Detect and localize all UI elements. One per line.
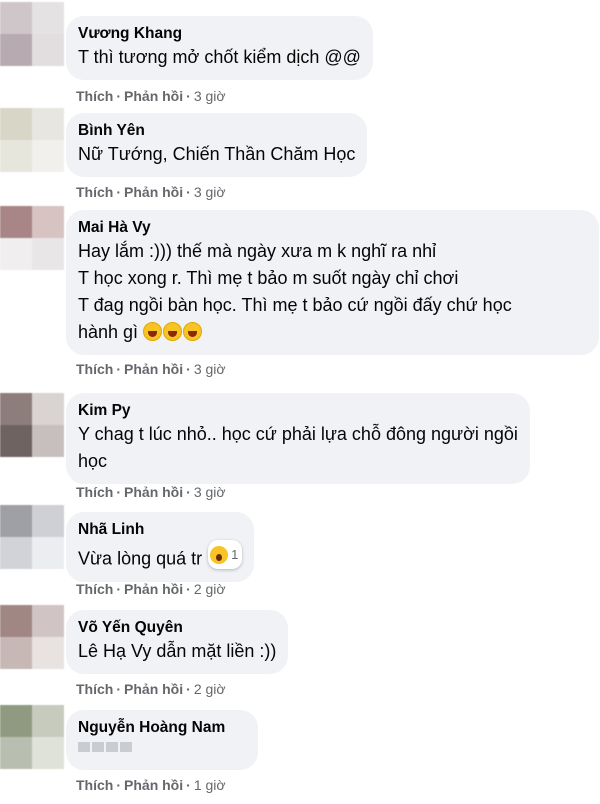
like-button[interactable]: Thích xyxy=(76,777,113,793)
comment-actions: Thích · Phản hồi · 3 giờ xyxy=(76,87,226,105)
reaction-summary[interactable]: 1 xyxy=(208,540,243,569)
comment-actions: Thích · Phản hồi · 3 giờ xyxy=(76,360,226,378)
comment-author[interactable]: Nguyễn Hoàng Nam xyxy=(78,718,246,738)
comment-timestamp[interactable]: 3 giờ xyxy=(194,361,226,377)
separator: · xyxy=(186,484,191,500)
comment-bubble: Nguyễn Hoàng Nam xyxy=(66,710,258,770)
like-button[interactable]: Thích xyxy=(76,581,113,597)
comment-text: Hay lắm :))) thế mà ngày xưa m k nghĩ ra… xyxy=(78,238,587,346)
comment-text: Y chag t lúc nhỏ.. học cứ phải lựa chỗ đ… xyxy=(78,424,518,471)
separator: · xyxy=(116,88,122,104)
comment-timestamp[interactable]: 3 giờ xyxy=(194,484,226,500)
separator: · xyxy=(116,581,122,597)
comment-timestamp[interactable]: 1 giờ xyxy=(194,777,226,793)
comment-bubble: Võ Yến Quyên Lê Hạ Vy dẫn mặt liền :)) xyxy=(66,610,289,674)
comment-bubble: Nhã Linh Vừa lòng quá tr 1 xyxy=(66,512,255,582)
separator: · xyxy=(116,777,122,793)
comment-actions: Thích · Phản hồi · 3 giờ xyxy=(76,183,226,201)
avatar[interactable] xyxy=(0,2,64,66)
comment-timestamp[interactable]: 2 giờ xyxy=(194,681,226,697)
rolling-on-floor-laughing-icon xyxy=(183,322,203,341)
comment-author[interactable]: Bình Yên xyxy=(78,121,355,141)
comment-text: Nữ Tướng, Chiến Thần Chăm Học xyxy=(78,144,356,164)
comment-bubble: Kim Py Y chag t lúc nhỏ.. học cứ phải lự… xyxy=(66,393,530,484)
avatar[interactable] xyxy=(0,705,64,769)
reply-button[interactable]: Phản hồi xyxy=(124,777,183,793)
emoji-group xyxy=(143,322,203,342)
comment-author[interactable]: Nhã Linh xyxy=(78,520,242,540)
like-button[interactable]: Thích xyxy=(76,88,113,104)
comment-timestamp[interactable]: 3 giờ xyxy=(194,184,226,200)
redacted-comment-text xyxy=(78,742,132,752)
wow-reaction-icon xyxy=(210,545,229,564)
comment-actions: Thích · Phản hồi · 2 giờ xyxy=(76,580,226,598)
like-button[interactable]: Thích xyxy=(76,681,113,697)
comment-author[interactable]: Võ Yến Quyên xyxy=(78,618,276,638)
separator: · xyxy=(186,361,191,377)
reply-button[interactable]: Phản hồi xyxy=(124,184,183,200)
separator: · xyxy=(116,484,122,500)
like-button[interactable]: Thích xyxy=(76,361,113,377)
like-button[interactable]: Thích xyxy=(76,484,113,500)
comment-text: T thì tương mở chốt kiểm dịch @@ xyxy=(78,47,361,67)
reaction-count: 1 xyxy=(231,547,239,562)
comment-timestamp[interactable]: 3 giờ xyxy=(194,88,226,104)
separator: · xyxy=(186,581,191,597)
comment-author[interactable]: Kim Py xyxy=(78,401,518,421)
reply-button[interactable]: Phản hồi xyxy=(124,581,183,597)
reply-button[interactable]: Phản hồi xyxy=(124,88,183,104)
avatar[interactable] xyxy=(0,393,64,457)
comment-bubble: Bình Yên Nữ Tướng, Chiến Thần Chăm Học xyxy=(66,113,368,177)
separator: · xyxy=(186,88,191,104)
comment-text: Vừa lòng quá tr 1 xyxy=(78,540,243,573)
reply-button[interactable]: Phản hồi xyxy=(124,361,183,377)
separator: · xyxy=(186,777,191,793)
comment-bubble: Vương Khang T thì tương mở chốt kiểm dịc… xyxy=(66,16,373,80)
comment-bubble: Mai Hà Vy Hay lắm :))) thế mà ngày xưa m… xyxy=(66,210,599,355)
reply-button[interactable]: Phản hồi xyxy=(124,484,183,500)
separator: · xyxy=(186,681,191,697)
comment-text-content: Vừa lòng quá tr xyxy=(78,548,203,569)
avatar[interactable] xyxy=(0,206,64,270)
comment-actions: Thích · Phản hồi · 1 giờ xyxy=(76,776,226,794)
comment-actions: Thích · Phản hồi · 3 giờ xyxy=(76,483,226,501)
separator: · xyxy=(116,361,122,377)
avatar[interactable] xyxy=(0,108,64,172)
comment-text: Lê Hạ Vy dẫn mặt liền :)) xyxy=(78,641,277,661)
comment-actions: Thích · Phản hồi · 2 giờ xyxy=(76,680,226,698)
separator: · xyxy=(116,681,122,697)
comment-timestamp[interactable]: 2 giờ xyxy=(194,581,226,597)
separator: · xyxy=(186,184,191,200)
avatar[interactable] xyxy=(0,505,64,569)
comment-author[interactable]: Mai Hà Vy xyxy=(78,218,587,238)
rolling-on-floor-laughing-icon xyxy=(163,322,183,341)
like-button[interactable]: Thích xyxy=(76,184,113,200)
rolling-on-floor-laughing-icon xyxy=(143,322,163,341)
separator: · xyxy=(116,184,122,200)
avatar[interactable] xyxy=(0,605,64,669)
comment-author[interactable]: Vương Khang xyxy=(78,24,361,44)
reply-button[interactable]: Phản hồi xyxy=(124,681,183,697)
